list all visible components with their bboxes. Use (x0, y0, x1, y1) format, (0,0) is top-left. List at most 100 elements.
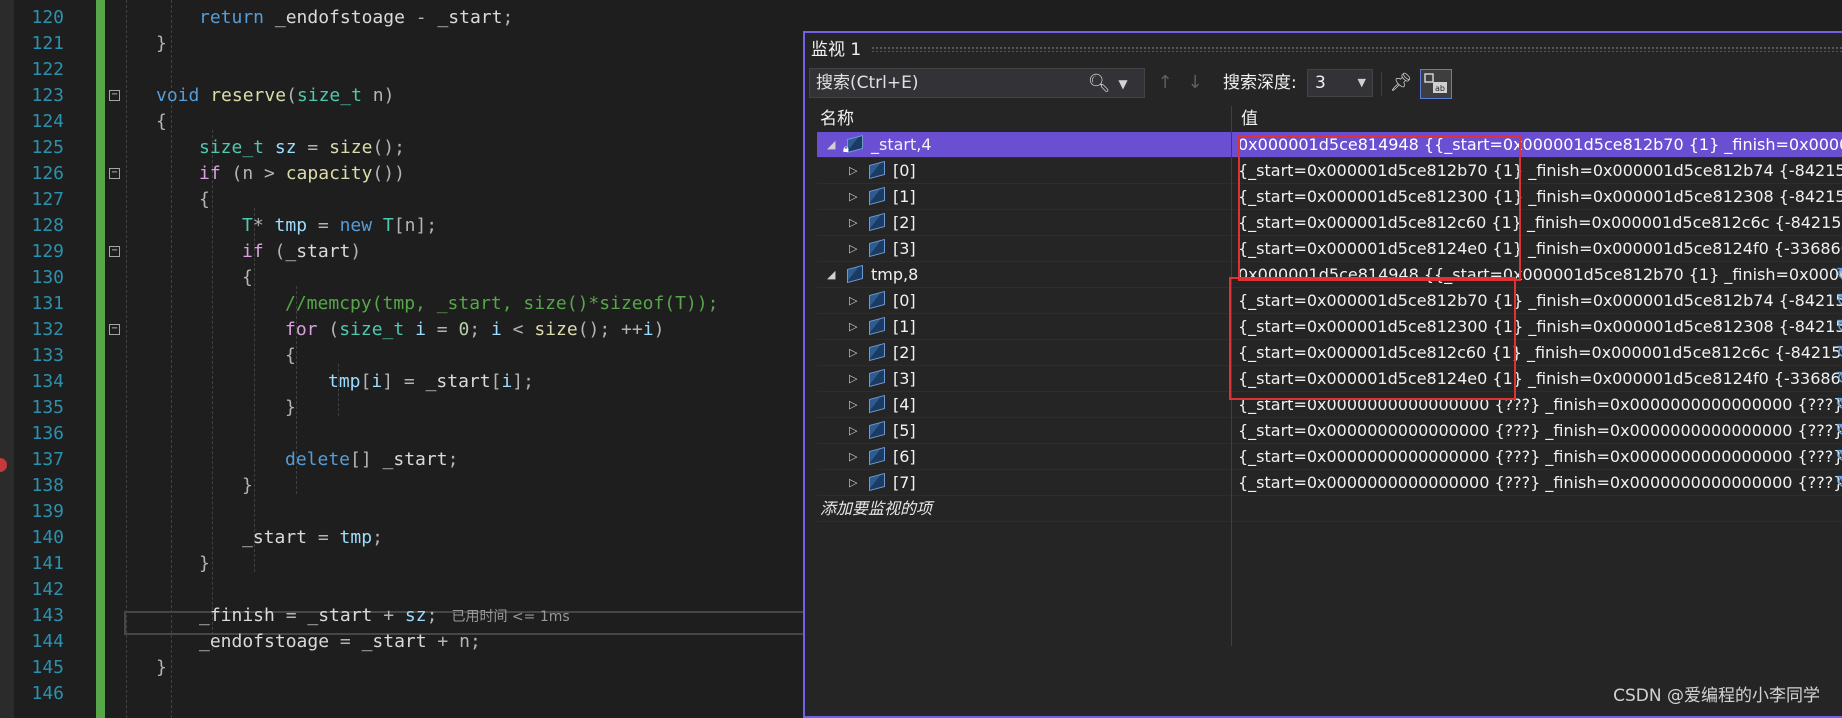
collapse-icon[interactable]: − (109, 246, 120, 257)
watch-row[interactable]: ▷ [6] {_start=0x0000000000000000 {???} _fi… (817, 444, 1842, 470)
watch-row-name[interactable]: [7] (893, 470, 916, 496)
code-line[interactable]: tmp[i] = _start[i]; (328, 369, 534, 395)
watch-row-name[interactable]: tmp,8 (871, 262, 918, 288)
watch-grid[interactable]: 名称 值 ◢ 🔒︎ _start,4 0x000001d5ce814948 {{_st… (817, 106, 1842, 646)
refresh-icon[interactable]: ↻ (1836, 366, 1842, 392)
code-line[interactable]: } (285, 395, 296, 421)
watch-row-name[interactable]: [1] (893, 184, 916, 210)
refresh-icon[interactable]: ↻ (1836, 418, 1842, 444)
column-header-name[interactable]: 名称 (820, 106, 854, 132)
watch-row-name[interactable]: [1] (893, 314, 916, 340)
search-dropdown-chevron-icon[interactable]: ▼ (1112, 69, 1134, 99)
search-depth-select[interactable]: 3 ▼ (1307, 69, 1373, 97)
search-icon[interactable]: 🔍︎ (1084, 69, 1114, 99)
watch-row-name[interactable]: [5] (893, 418, 916, 444)
watch-row[interactable]: ▷ [1] {_start=0x000001d5ce812300 {1} _fini… (817, 314, 1842, 340)
watch-window[interactable]: 监视 1 🔍︎ ▼ ↑ ↓ 搜索深度: 3 ▼ 📌︎ ab 名称 值 ◢ (803, 31, 1842, 718)
watch-row-value[interactable]: {_start=0x000001d5ce8124e0 {1} _finish=0… (1238, 236, 1842, 262)
watch-row[interactable]: ◢ 🔒︎ _start,4 0x000001d5ce814948 {{_start=0… (817, 132, 1842, 158)
refresh-icon[interactable]: ↻ (1836, 314, 1842, 340)
code-line[interactable]: size_t sz = size(); (199, 135, 405, 161)
watch-row[interactable]: ▷ [3] {_start=0x000001d5ce8124e0 {1} _fini… (817, 236, 1842, 262)
watch-row-name[interactable]: [6] (893, 444, 916, 470)
watch-row[interactable]: ▷ [4] {_start=0x0000000000000000 {???} _fi… (817, 392, 1842, 418)
watch-row-name[interactable]: [3] (893, 366, 916, 392)
watch-row-name[interactable]: [0] (893, 288, 916, 314)
watch-row-name[interactable]: [2] (893, 210, 916, 236)
expand-triangle-icon[interactable]: ▷ (849, 418, 857, 444)
code-line[interactable]: { (156, 109, 167, 135)
code-line[interactable]: { (285, 343, 296, 369)
code-line[interactable]: //memcpy(tmp, _start, size()*sizeof(T)); (285, 291, 718, 317)
collapse-icon[interactable]: − (109, 324, 120, 335)
code-line[interactable]: delete[] _start; (285, 447, 458, 473)
watch-row-name[interactable]: [4] (893, 392, 916, 418)
watch-row-value[interactable]: {_start=0x0000000000000000 {???} _finish… (1238, 470, 1842, 496)
expand-triangle-icon[interactable]: ▷ (849, 184, 857, 210)
breakpoint-icon[interactable] (0, 458, 7, 472)
code-line[interactable]: } (156, 655, 167, 681)
code-line[interactable]: _finish = _start + sz; 已用时间 <= 1ms (199, 603, 570, 629)
watch-row[interactable]: ▷ [0] {_start=0x000001d5ce812b70 {1} _fini… (817, 158, 1842, 184)
code-line[interactable]: return _endofstoage - _start; (199, 5, 513, 31)
watch-window-title[interactable]: 监视 1 (811, 37, 861, 63)
watch-row[interactable]: ▷ [0] {_start=0x000001d5ce812b70 {1} _fini… (817, 288, 1842, 314)
expand-triangle-icon[interactable]: ▷ (849, 392, 857, 418)
expand-triangle-icon[interactable]: ▷ (849, 158, 857, 184)
code-line[interactable]: T* tmp = new T[n]; (242, 213, 437, 239)
watch-row[interactable]: ▷ [3] {_start=0x000001d5ce8124e0 {1} _fini… (817, 366, 1842, 392)
watch-row[interactable]: ▷ [2] {_start=0x000001d5ce812c60 {1} _fini… (817, 210, 1842, 236)
code-line[interactable]: if (_start) (242, 239, 361, 265)
watch-row-value[interactable]: {_start=0x0000000000000000 {???} _finish… (1238, 392, 1842, 418)
watch-row-name[interactable]: [2] (893, 340, 916, 366)
code-line[interactable]: { (242, 265, 253, 291)
refresh-icon[interactable]: ↻ (1836, 392, 1842, 418)
code-line[interactable]: if (n > capacity()) (199, 161, 405, 187)
code-line[interactable]: } (156, 31, 167, 57)
watch-row-value[interactable]: {_start=0x000001d5ce812b70 {1} _finish=0… (1238, 288, 1842, 314)
code-line[interactable]: _start = tmp; (242, 525, 383, 551)
code-line[interactable]: } (199, 551, 210, 577)
watch-row-value[interactable]: {_start=0x000001d5ce812c60 {1} _finish=0… (1238, 210, 1842, 236)
expand-triangle-icon[interactable]: ▷ (849, 340, 857, 366)
expand-triangle-icon[interactable]: ▷ (849, 366, 857, 392)
code-line[interactable]: for (size_t i = 0; i < size(); ++i) (285, 317, 664, 343)
watch-row-value[interactable]: {_start=0x0000000000000000 {???} _finish… (1238, 418, 1842, 444)
watch-row-name[interactable]: [3] (893, 236, 916, 262)
watch-row-value[interactable]: 0x000001d5ce814948 {{_start=0x000001d5ce… (1238, 262, 1842, 288)
refresh-icon[interactable]: ↻ (1836, 340, 1842, 366)
code-line[interactable]: { (199, 187, 210, 213)
search-box[interactable]: 🔍︎ ▼ (809, 68, 1145, 98)
watch-row[interactable]: ◢ tmp,8 0x000001d5ce814948 {{_start=0x0000… (817, 262, 1842, 288)
search-input[interactable] (810, 69, 1092, 97)
collapse-icon[interactable]: − (109, 168, 120, 179)
watch-row-value[interactable]: {_start=0x0000000000000000 {???} _finish… (1238, 444, 1842, 470)
pin-icon[interactable]: 📌︎ (1388, 68, 1414, 98)
collapse-triangle-icon[interactable]: ◢ (827, 262, 835, 288)
title-drag-grip[interactable] (871, 46, 1842, 52)
expand-triangle-icon[interactable]: ▷ (849, 314, 857, 340)
watch-row-value[interactable]: {_start=0x000001d5ce812b70 {1} _finish=0… (1238, 158, 1842, 184)
expand-triangle-icon[interactable]: ▷ (849, 470, 857, 496)
expand-triangle-icon[interactable]: ▷ (849, 444, 857, 470)
code-line[interactable]: void reserve(size_t n) (156, 83, 394, 109)
column-header-value[interactable]: 值 (1241, 106, 1258, 132)
collapse-icon[interactable]: − (109, 90, 120, 101)
hex-display-button[interactable]: ab (1420, 69, 1452, 99)
watch-row[interactable]: ▷ [1] {_start=0x000001d5ce812300 {1} _fini… (817, 184, 1842, 210)
expand-triangle-icon[interactable]: ▷ (849, 236, 857, 262)
watch-row-value[interactable]: 0x000001d5ce814948 {{_start=0x000001d5ce… (1238, 132, 1842, 158)
watch-row[interactable]: ▷ [5] {_start=0x0000000000000000 {???} _fi… (817, 418, 1842, 444)
watch-row-value[interactable]: {_start=0x000001d5ce812c60 {1} _finish=0… (1238, 340, 1842, 366)
add-watch-item-label[interactable]: 添加要监视的项 (820, 496, 932, 522)
search-next-arrow-icon[interactable]: ↓ (1183, 68, 1207, 98)
watch-row-value[interactable]: {_start=0x000001d5ce812300 {1} _finish=0… (1238, 314, 1842, 340)
add-watch-row[interactable]: 添加要监视的项 (817, 496, 1842, 522)
code-line[interactable]: } (242, 473, 253, 499)
refresh-icon[interactable]: ↻ (1836, 470, 1842, 496)
watch-row[interactable]: ▷ [2] {_start=0x000001d5ce812c60 {1} _fini… (817, 340, 1842, 366)
watch-row[interactable]: ▷ [7] {_start=0x0000000000000000 {???} _fi… (817, 470, 1842, 496)
refresh-icon[interactable]: ↻ (1836, 262, 1842, 288)
refresh-icon[interactable]: ↻ (1836, 444, 1842, 470)
watch-row-name[interactable]: [0] (893, 158, 916, 184)
